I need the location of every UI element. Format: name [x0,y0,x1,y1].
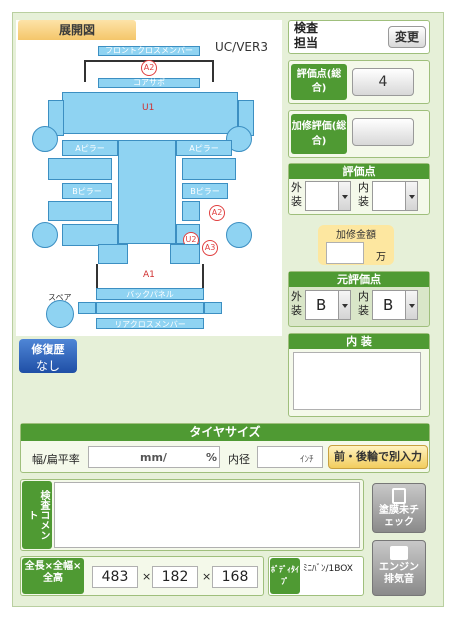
score-exterior-label: 外装 [291,181,302,208]
paint-icon [392,488,406,504]
part-rear-floor[interactable] [96,302,204,314]
part-label-b-pillar-right: Bピラー [190,187,220,196]
part-rear-left-quarter[interactable] [62,224,118,246]
engine-icon [390,546,408,560]
change-inspector-button[interactable]: 変更 [388,26,426,48]
tire-inner-label: 内径 [228,453,250,466]
score-exterior-select[interactable] [305,181,351,211]
score-interior-label: 内装 [358,181,369,208]
tire-mm-unit: mm/ [140,451,167,464]
paint-unchecked-button[interactable]: 塗膜未チェック [372,483,426,533]
label-a1: A1 [143,270,155,280]
part-side-right-lower[interactable] [182,201,200,221]
interior-title: 内 装 [289,334,429,349]
original-exterior-select[interactable]: B [305,290,351,320]
width-input[interactable]: 182 [152,566,198,588]
repair-score-label: 加修評価(総合) [291,114,347,154]
part-rear-floor-left[interactable] [78,302,96,314]
score-interior-select[interactable] [372,181,418,211]
comment-textarea[interactable] [54,482,360,548]
spare-tire[interactable] [46,300,74,328]
part-side-left-upper[interactable] [48,158,112,180]
part-rear-pillar-left[interactable] [98,244,128,264]
length-input[interactable]: 483 [92,566,138,588]
body-type-value: ﾐﾆﾊﾞﾝ/1BOX [303,564,353,574]
chevron-down-icon [338,291,350,319]
original-exterior-label: 外装 [291,290,302,317]
repair-history-label: 修復歴 [31,343,65,356]
wheel-rear-right[interactable] [226,222,252,248]
repair-cost-input[interactable] [326,242,364,264]
engine-sound-button[interactable]: エンジン排気音 [372,540,426,596]
part-label-core-support: コアサポ [133,78,165,87]
badge-a2-front[interactable]: A2 [141,60,157,76]
comment-label: 検査コメント [22,481,52,549]
wheel-front-left[interactable] [32,126,58,152]
chevron-down-icon [405,291,417,319]
part-label-front-cross: フロントクロスメンバー [105,46,193,55]
tire-inch-unit: ｲﾝﾁ [300,455,314,465]
tab-development-view[interactable]: 展開図 [18,20,136,40]
score-overall-label: 評価点(総合) [291,64,347,100]
dimensions-label: 全長×全幅×全高 [22,558,84,594]
repair-cost-unit: 万 [376,252,386,263]
part-label-back-panel: バックパネル [126,290,174,299]
badge-a3[interactable]: A3 [202,240,218,256]
badge-a2-side[interactable]: A2 [209,205,225,221]
score-title: 評価点 [289,164,429,179]
interior-textarea[interactable] [293,352,421,410]
wheel-rear-left[interactable] [32,222,58,248]
tire-title: タイヤサイズ [21,424,429,441]
inspector-label: 検査担当 [293,21,318,50]
part-label-a-pillar-left: Aピラー [75,144,105,153]
part-label-b-pillar-left: Bピラー [72,187,102,196]
repair-history-value: なし [35,359,60,373]
tire-pct-unit: % [206,451,218,464]
part-roof[interactable] [118,140,176,244]
original-interior-label: 内装 [358,290,369,317]
body-type-label: ﾎﾞﾃﾞｨﾀｲﾌﾟ [270,558,300,594]
part-label-rear-cross: リアクロスメンバー [114,320,186,329]
part-side-left-lower[interactable] [48,201,112,221]
part-rear-pillar-right[interactable] [170,244,200,264]
dim-sep-2: × [202,570,212,583]
chevron-down-icon [338,182,350,210]
label-u1: U1 [142,103,155,113]
part-side-right-upper[interactable] [182,158,236,180]
part-hood[interactable] [62,92,238,134]
part-label-a-pillar-right: Aピラー [189,144,219,153]
original-interior-select[interactable]: B [372,290,418,320]
version-label: UC/VER3 [215,40,268,54]
tire-width-label: 幅/扁平率 [32,453,80,466]
front-rear-button[interactable]: 前・後輪で別入力 [328,445,428,469]
dim-sep-1: × [142,570,152,583]
score-overall-value[interactable]: 4 [352,68,414,96]
engine-label: エンジン排気音 [379,562,419,585]
chevron-down-icon [405,182,417,210]
height-input[interactable]: 168 [212,566,258,588]
part-rear-floor-right[interactable] [204,302,222,314]
repair-score-value[interactable] [352,118,414,146]
original-score-title: 元評価点 [289,272,429,287]
paint-label: 塗膜未チェック [379,505,419,528]
repair-cost-label: 加修金額 [336,230,376,241]
repair-history-button[interactable]: 修復歴 なし [19,339,77,373]
